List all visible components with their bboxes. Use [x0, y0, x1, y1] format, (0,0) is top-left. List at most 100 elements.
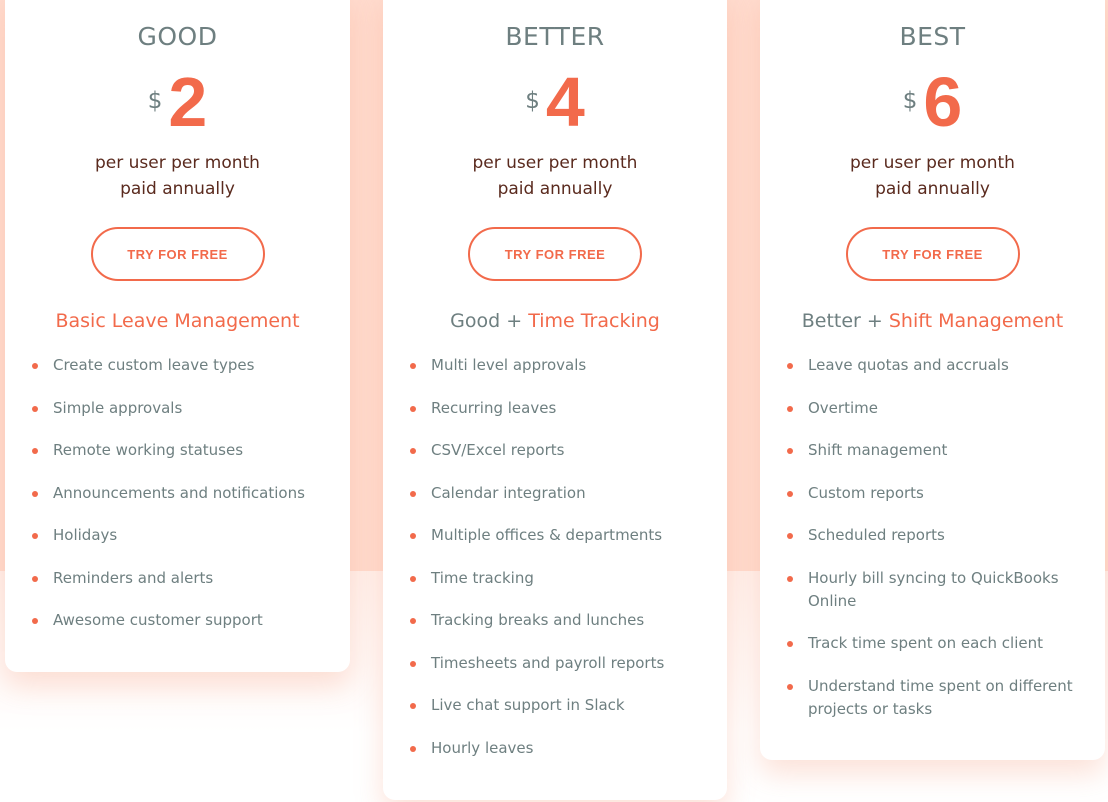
heading-accent: Time Tracking [528, 310, 660, 332]
bullet-icon [410, 405, 416, 412]
bullet-icon [32, 533, 38, 539]
feature-item: Multiple offices & departments [383, 524, 707, 547]
feature-item: Create custom leave types [5, 354, 330, 377]
bullet-icon [787, 533, 793, 539]
pricing-card-better: BETTER $4 per user per month paid annual… [383, 0, 727, 800]
feature-item: Hourly leaves [383, 737, 707, 760]
billing-line-1: per user per month [472, 153, 638, 173]
billing-line-1: per user per month [95, 153, 260, 173]
feature-item: CSV/Excel reports [383, 439, 707, 462]
price-amount: 6 [923, 63, 963, 141]
feature-label: Multiple offices & departments [431, 526, 663, 544]
feature-label: Custom reports [808, 483, 924, 502]
feature-label: Timesheets and payroll reports [431, 653, 665, 672]
feature-label: CSV/Excel reports [431, 441, 565, 459]
feature-label: Time tracking [431, 568, 534, 587]
feature-item: Scheduled reports [760, 524, 1085, 547]
bullet-icon [410, 575, 416, 582]
bullet-icon [410, 448, 416, 454]
billing-line-1: per user per month [850, 153, 1015, 173]
bullet-icon [787, 683, 793, 690]
feature-label: Calendar integration [431, 483, 586, 502]
feature-label: Remote working statuses [53, 441, 244, 459]
bullet-icon [410, 660, 416, 667]
pricing-card-best: BEST $6 per user per month paid annually… [760, 0, 1105, 760]
try-for-free-button[interactable]: TRY FOR FREE [90, 227, 265, 281]
heading-prefix: Better + [801, 310, 889, 332]
feature-item: Calendar integration [383, 482, 707, 505]
feature-item: Custom reports [760, 482, 1085, 505]
feature-item: Remote working statuses [5, 439, 330, 462]
feature-item: Overtime [760, 397, 1085, 420]
bullet-icon [32, 405, 38, 412]
feature-item: Recurring leaves [383, 397, 707, 420]
feature-item: Live chat support in Slack [383, 694, 707, 717]
feature-label: Recurring leaves [431, 398, 557, 417]
feature-label: Overtime [808, 398, 878, 417]
feature-list: Create custom leave types Simple approva… [5, 354, 330, 652]
bullet-icon [32, 618, 38, 624]
feature-label: Create custom leave types [53, 356, 255, 374]
bullet-icon [32, 490, 38, 497]
feature-label: Multi level approvals [431, 356, 587, 374]
billing-line-2: paid annually [875, 179, 990, 199]
bullet-icon [787, 405, 793, 412]
bullet-icon [32, 575, 38, 582]
feature-item: Time tracking [383, 567, 707, 590]
currency-symbol: $ [902, 88, 918, 114]
feature-item: Timesheets and payroll reports [383, 652, 707, 675]
bullet-icon [410, 745, 416, 752]
bullet-icon [410, 703, 416, 709]
plan-name: BEST [899, 22, 966, 51]
feature-item: Announcements and notifications [5, 482, 330, 505]
feature-label: Tracking breaks and lunches [431, 611, 645, 629]
billing-line-2: paid annually [120, 179, 235, 199]
heading-accent: Shift Management [888, 310, 1064, 332]
pricing-card-good: GOOD $2 per user per month paid annually… [5, 0, 350, 672]
billing-line-2: paid annually [497, 179, 613, 199]
billing-terms: per user per month paid annually [5, 150, 350, 202]
feature-label: Live chat support in Slack [431, 696, 625, 714]
try-for-free-button[interactable]: TRY FOR FREE [468, 227, 642, 281]
plan-name: BETTER [505, 22, 605, 51]
bullet-icon [410, 618, 416, 624]
plan-heading: Good + Time Tracking [383, 310, 727, 332]
feature-item: Hourly bill syncing to QuickBooks Online [760, 567, 1085, 613]
feature-item: Shift management [760, 439, 1085, 462]
plan-price: $6 [760, 62, 1105, 142]
try-for-free-button[interactable]: TRY FOR FREE [845, 227, 1020, 281]
feature-list: Multi level approvals Recurring leaves C… [383, 354, 707, 779]
heading-accent: Basic Leave Management [55, 310, 300, 332]
plan-price: $4 [383, 62, 727, 142]
plan-price: $2 [5, 62, 350, 142]
feature-item: Track time spent on each client [760, 632, 1085, 655]
bullet-icon [32, 448, 38, 454]
feature-item: Multi level approvals [383, 354, 707, 377]
feature-label: Hourly bill syncing to QuickBooks Online [808, 568, 1059, 610]
feature-item: Awesome customer support [5, 609, 330, 632]
billing-terms: per user per month paid annually [383, 150, 727, 202]
bullet-icon [787, 363, 793, 369]
bullet-icon [787, 448, 793, 454]
bullet-icon [787, 575, 793, 582]
feature-label: Awesome customer support [53, 611, 263, 629]
bullet-icon [410, 490, 416, 497]
feature-label: Track time spent on each client [808, 634, 1043, 652]
currency-symbol: $ [525, 88, 540, 114]
billing-terms: per user per month paid annually [760, 150, 1105, 202]
feature-label: Shift management [808, 441, 948, 459]
feature-item: Holidays [5, 524, 330, 547]
feature-item: Understand time spent on different proje… [760, 675, 1085, 721]
feature-label: Leave quotas and accruals [808, 356, 1009, 374]
plan-name: GOOD [137, 22, 218, 51]
heading-prefix: Good + [450, 310, 529, 332]
price-amount: 4 [545, 63, 585, 141]
feature-item: Simple approvals [5, 397, 330, 420]
feature-label: Scheduled reports [808, 526, 945, 544]
feature-label: Simple approvals [53, 398, 183, 417]
plan-heading: Better + Shift Management [760, 310, 1105, 332]
feature-label: Hourly leaves [431, 738, 534, 757]
feature-item: Leave quotas and accruals [760, 354, 1085, 377]
plan-heading: Basic Leave Management [5, 310, 350, 332]
bullet-icon [787, 490, 793, 497]
